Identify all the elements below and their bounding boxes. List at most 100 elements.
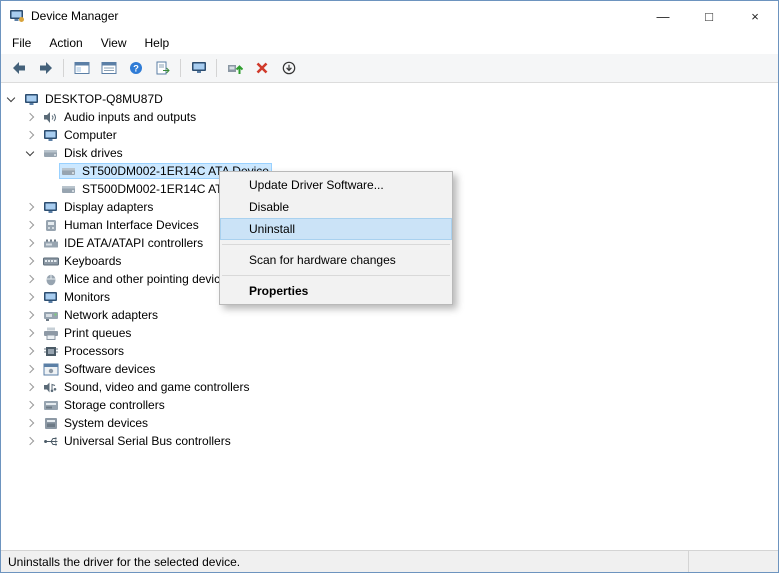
expand-chevron-icon[interactable]	[26, 419, 34, 427]
uninstall-icon	[254, 61, 270, 75]
expand-chevron-icon[interactable]	[26, 437, 34, 445]
sound-icon	[43, 381, 59, 394]
title-bar: Device Manager — □ ×	[1, 1, 778, 31]
context-menu-item-properties[interactable]: Properties	[220, 280, 452, 302]
expand-chevron-icon[interactable]	[26, 383, 34, 391]
system-icon	[43, 417, 59, 430]
expand-chevron-icon[interactable]	[26, 239, 34, 247]
menu-bar: FileActionViewHelp	[1, 31, 778, 54]
expand-chevron-icon[interactable]	[26, 275, 34, 283]
tree-item-label: Disk drives	[64, 146, 123, 160]
expand-chevron-icon[interactable]	[26, 131, 34, 139]
device-manager-icon	[9, 9, 25, 23]
expand-chevron-icon[interactable]	[26, 203, 34, 211]
context-menu-item-update-driver-software[interactable]: Update Driver Software...	[220, 174, 452, 196]
expand-chevron-icon[interactable]	[26, 347, 34, 355]
context-menu-separator	[222, 275, 450, 276]
toolbar-separator	[63, 59, 64, 77]
status-bar-pane	[688, 551, 778, 572]
export-icon	[155, 61, 171, 75]
tree-item-content: Monitors	[41, 289, 113, 305]
tree-item-audio-inputs-and-outputs[interactable]: Audio inputs and outputs	[1, 108, 778, 126]
menu-file[interactable]: File	[3, 31, 40, 54]
tree-item-label: Audio inputs and outputs	[64, 110, 196, 124]
context-menu-item-disable[interactable]: Disable	[220, 196, 452, 218]
tree-item-label: Human Interface Devices	[64, 218, 199, 232]
properties-button[interactable]	[95, 55, 122, 81]
collapse-chevron-icon[interactable]	[26, 148, 34, 156]
maximize-button[interactable]: □	[686, 1, 732, 31]
tree-item-computer[interactable]: Computer	[1, 126, 778, 144]
expand-chevron-icon[interactable]	[26, 329, 34, 337]
software-icon	[43, 363, 59, 376]
toolbar-separator	[180, 59, 181, 77]
tree-item-content: Software devices	[41, 361, 158, 377]
hid-icon	[43, 219, 59, 232]
arrow-right-icon	[38, 61, 54, 75]
menu-action[interactable]: Action	[40, 31, 91, 54]
tree-item-label: DESKTOP-Q8MU87D	[45, 92, 163, 106]
audio-icon	[43, 111, 59, 124]
tree-item-processors[interactable]: Processors	[1, 342, 778, 360]
remote-computer-button[interactable]	[185, 55, 212, 81]
expand-chevron-icon[interactable]	[26, 221, 34, 229]
arrow-left-icon	[11, 61, 27, 75]
tree-item-content: Keyboards	[41, 253, 124, 269]
tree-item-content: Human Interface Devices	[41, 217, 202, 233]
tree-item-content: Universal Serial Bus controllers	[41, 433, 234, 449]
disable-button[interactable]	[275, 55, 302, 81]
tree-item-label: Print queues	[64, 326, 131, 340]
menu-help[interactable]: Help	[136, 31, 179, 54]
tree-item-content: DESKTOP-Q8MU87D	[22, 91, 166, 107]
expand-chevron-icon[interactable]	[26, 257, 34, 265]
toolbar: ?	[1, 54, 778, 83]
expand-chevron-icon[interactable]	[26, 365, 34, 373]
back-button[interactable]	[5, 55, 32, 81]
status-bar: Uninstalls the driver for the selected d…	[1, 550, 778, 572]
close-button[interactable]: ×	[732, 1, 778, 31]
minimize-button[interactable]: —	[640, 1, 686, 31]
tree-item-content: Storage controllers	[41, 397, 168, 413]
title-bar-left: Device Manager	[1, 9, 118, 23]
tree-item-label: Monitors	[64, 290, 110, 304]
menu-view[interactable]: View	[92, 31, 136, 54]
show-console-tree-button[interactable]	[68, 55, 95, 81]
tree-item-content: Mice and other pointing devices	[41, 271, 236, 287]
context-menu-item-uninstall[interactable]: Uninstall	[220, 218, 452, 240]
export-list-button[interactable]	[149, 55, 176, 81]
disk-icon	[43, 147, 59, 160]
collapse-chevron-icon[interactable]	[7, 94, 15, 102]
help-button[interactable]: ?	[122, 55, 149, 81]
tree-item-label: Universal Serial Bus controllers	[64, 434, 231, 448]
tree-item-label: Processors	[64, 344, 124, 358]
expand-chevron-icon[interactable]	[26, 293, 34, 301]
tree-item-content: Processors	[41, 343, 127, 359]
tree-item-disk-drives[interactable]: Disk drives	[1, 144, 778, 162]
tree-item-label: Software devices	[64, 362, 155, 376]
tree-item-storage-controllers[interactable]: Storage controllers	[1, 396, 778, 414]
tree-item-label: Network adapters	[64, 308, 158, 322]
tree-item-desktop-q8mu87d[interactable]: DESKTOP-Q8MU87D	[1, 90, 778, 108]
tree-item-label: Display adapters	[64, 200, 153, 214]
tree-item-content: Sound, video and game controllers	[41, 379, 252, 395]
properties-icon	[101, 61, 117, 75]
context-menu-item-scan-for-hardware-changes[interactable]: Scan for hardware changes	[220, 249, 452, 271]
network-icon	[43, 309, 59, 322]
processor-icon	[43, 345, 59, 358]
tree-item-system-devices[interactable]: System devices	[1, 414, 778, 432]
update-driver-button[interactable]	[221, 55, 248, 81]
forward-button[interactable]	[32, 55, 59, 81]
expand-chevron-icon[interactable]	[26, 401, 34, 409]
context-menu: Update Driver Software...DisableUninstal…	[219, 171, 453, 305]
tree-item-sound-video-and-game-controllers[interactable]: Sound, video and game controllers	[1, 378, 778, 396]
tree-item-label: Storage controllers	[64, 398, 165, 412]
uninstall-button[interactable]	[248, 55, 275, 81]
tree-item-content: Display adapters	[41, 199, 156, 215]
tree-item-software-devices[interactable]: Software devices	[1, 360, 778, 378]
tree-item-print-queues[interactable]: Print queues	[1, 324, 778, 342]
expand-chevron-icon[interactable]	[26, 311, 34, 319]
tree-item-network-adapters[interactable]: Network adapters	[1, 306, 778, 324]
tree-item-universal-serial-bus-controllers[interactable]: Universal Serial Bus controllers	[1, 432, 778, 450]
expand-chevron-icon[interactable]	[26, 113, 34, 121]
context-menu-separator	[222, 244, 450, 245]
